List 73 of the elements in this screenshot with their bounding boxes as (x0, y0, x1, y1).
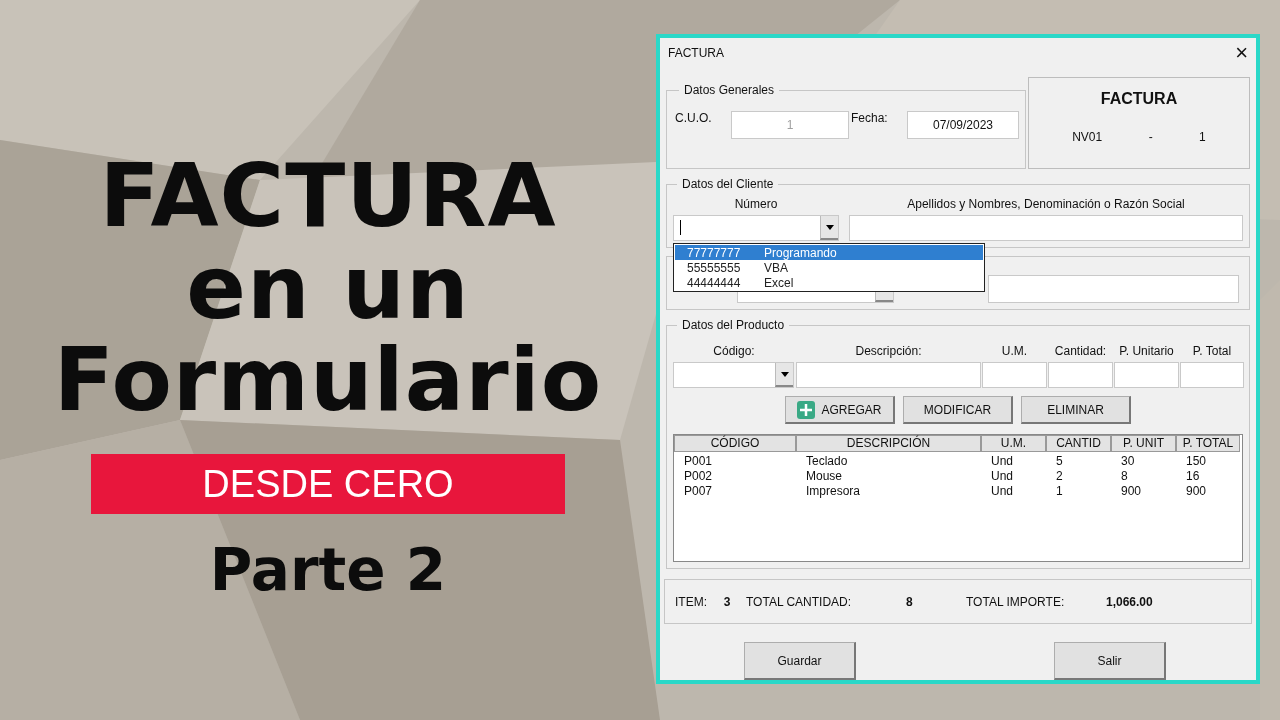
field-label: Fecha: (851, 111, 889, 125)
dropdown-item[interactable]: 77777777 Programando (675, 245, 983, 260)
table-cell-text: Impresora (805, 484, 862, 499)
field-label: Cantidad: (1053, 344, 1108, 358)
close-button[interactable]: × (1235, 42, 1248, 63)
column-header[interactable]: CÓDIGO (674, 435, 796, 452)
field-label: Número (734, 197, 778, 211)
field-label: U.M. (1000, 344, 1029, 358)
table-cell-text: Und (990, 469, 1014, 484)
table-cell-text: 900 (1185, 484, 1208, 499)
table-cell-text: 30 (1120, 454, 1136, 469)
table-cell-text: Und (990, 484, 1014, 499)
window-title: FACTURA (668, 45, 724, 60)
frame-title: Datos del Cliente (681, 177, 775, 191)
action-button[interactable]: ELIMINAR (1021, 396, 1131, 424)
table-cell-text: P001 (683, 454, 714, 469)
dropdown-arrow-icon (825, 224, 834, 230)
subtitle-text: Parte 2 (209, 536, 447, 604)
date-field[interactable]: 07/09/2023 (907, 111, 1019, 139)
combo-box[interactable] (673, 362, 794, 388)
input-field[interactable] (796, 362, 981, 388)
banner: DESDE CERO (91, 454, 565, 514)
action-button[interactable]: MODIFICAR (903, 396, 1013, 424)
action-button[interactable]: Guardar (744, 642, 856, 680)
column-header[interactable]: P. UNIT (1111, 435, 1176, 452)
column-header[interactable]: P. TOTAL (1176, 435, 1240, 452)
field-label: C.U.O. (675, 111, 713, 125)
total-value: 8 (906, 594, 914, 609)
table-cell-text: P007 (683, 484, 714, 499)
text-cursor (680, 220, 681, 235)
field-label: P. Total (1191, 344, 1233, 358)
table-cell-text: 8 (1120, 469, 1129, 484)
total-label: ITEM: (675, 594, 708, 609)
table-cell-text: 16 (1185, 469, 1201, 484)
frame-title: Datos del Producto (681, 318, 786, 332)
headline-text: FACTURA (99, 150, 557, 242)
plus-icon (797, 400, 816, 419)
field-label: Descripción: (854, 344, 923, 358)
headline-text: Formulario (53, 334, 603, 426)
input-field[interactable] (1180, 362, 1244, 388)
table-cell-text: Mouse (805, 469, 844, 484)
input-field[interactable] (1048, 362, 1113, 388)
field-label: P. Unitario (1118, 344, 1175, 358)
action-button[interactable]: AGREGAR (785, 396, 895, 424)
field-label: Código: (712, 344, 756, 358)
table-cell-text: Und (990, 454, 1014, 469)
table-cell-text: P002 (683, 469, 714, 484)
column-header[interactable]: DESCRIPCIÓN (796, 435, 981, 452)
separator-text: - (1148, 130, 1153, 144)
panel-heading: FACTURA (1100, 90, 1178, 108)
number-text: 1 (1199, 130, 1206, 144)
column-header[interactable]: CANTID (1046, 435, 1111, 452)
table-cell-text: 2 (1055, 469, 1064, 484)
total-value: 3 (722, 594, 732, 609)
table-cell-text: 5 (1055, 454, 1064, 469)
series-text: NV01 (1072, 130, 1103, 144)
frame-title: Datos Generales (683, 83, 776, 97)
total-label: TOTAL IMPORTE: (966, 594, 1066, 609)
dropdown-arrow-icon (780, 371, 789, 377)
total-value: 1,066.00 (1106, 594, 1153, 609)
table-cell-text: 1 (1055, 484, 1064, 499)
column-header[interactable]: U.M. (981, 435, 1046, 452)
table-cell-text: Teclado (805, 454, 849, 469)
input-field[interactable] (1114, 362, 1179, 388)
input-field[interactable] (988, 275, 1239, 303)
total-label: TOTAL CANTIDAD: (746, 594, 853, 609)
headline-text: en un (186, 242, 470, 334)
input-field[interactable] (982, 362, 1047, 388)
action-button[interactable]: Salir (1054, 642, 1166, 680)
table-cell-text: 900 (1120, 484, 1143, 499)
input-field[interactable] (849, 215, 1243, 241)
field-label: Apellidos y Nombres, Denominación o Razón Social (906, 197, 1186, 211)
table-cell-text: 150 (1185, 454, 1208, 469)
